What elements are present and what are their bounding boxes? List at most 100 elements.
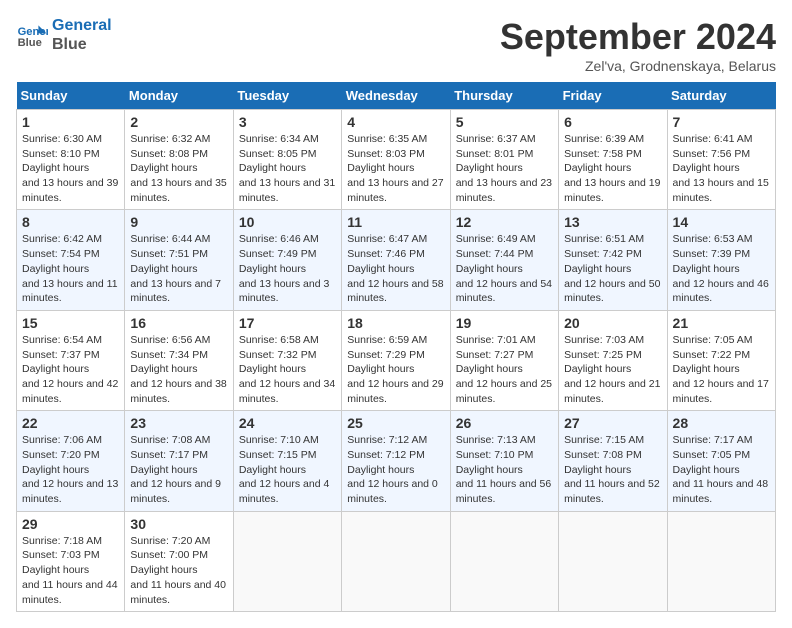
col-header-saturday: Saturday (667, 82, 775, 110)
week-row-5: 29 Sunrise: 7:18 AMSunset: 7:03 PMDayligh… (17, 511, 776, 611)
cell-info: Sunrise: 7:20 AMSunset: 7:00 PMDaylight … (130, 534, 227, 607)
cell-info: Sunrise: 6:58 AMSunset: 7:32 PMDaylight … (239, 333, 336, 406)
day-number: 13 (564, 214, 661, 230)
cell-info: Sunrise: 6:56 AMSunset: 7:34 PMDaylight … (130, 333, 227, 406)
cell-info: Sunrise: 7:18 AMSunset: 7:03 PMDaylight … (22, 534, 119, 607)
day-number: 20 (564, 315, 661, 331)
location: Zel'va, Grodnenskaya, Belarus (500, 58, 776, 74)
cell-info: Sunrise: 7:12 AMSunset: 7:12 PMDaylight … (347, 433, 444, 506)
calendar-cell: 6 Sunrise: 6:39 AMSunset: 7:58 PMDaylight… (559, 110, 667, 210)
day-number: 1 (22, 114, 119, 130)
day-number: 26 (456, 415, 553, 431)
day-number: 28 (673, 415, 770, 431)
day-number: 4 (347, 114, 444, 130)
calendar-cell: 26Sunrise: 7:13 AMSunset: 7:10 PMDayligh… (450, 411, 558, 511)
calendar-cell: 20 Sunrise: 7:03 AMSunset: 7:25 PMDayligh… (559, 310, 667, 410)
cell-info: Sunrise: 7:17 AMSunset: 7:05 PMDaylight … (673, 433, 770, 506)
svg-text:Blue: Blue (18, 37, 42, 49)
cell-info: Sunrise: 6:35 AMSunset: 8:03 PMDaylight … (347, 132, 444, 205)
calendar-cell: 5 Sunrise: 6:37 AMSunset: 8:01 PMDaylight… (450, 110, 558, 210)
cell-info: Sunrise: 7:03 AMSunset: 7:25 PMDaylight … (564, 333, 661, 406)
day-number: 16 (130, 315, 227, 331)
cell-info: Sunrise: 6:46 AMSunset: 7:49 PMDaylight … (239, 232, 336, 305)
week-row-1: 1 Sunrise: 6:30 AMSunset: 8:10 PMDaylight… (17, 110, 776, 210)
col-header-sunday: Sunday (17, 82, 125, 110)
day-number: 9 (130, 214, 227, 230)
day-number: 27 (564, 415, 661, 431)
col-header-wednesday: Wednesday (342, 82, 450, 110)
calendar-cell: 21Sunrise: 7:05 AMSunset: 7:22 PMDayligh… (667, 310, 775, 410)
calendar-cell: 22Sunrise: 7:06 AMSunset: 7:20 PMDayligh… (17, 411, 125, 511)
calendar-cell: 11 Sunrise: 6:47 AMSunset: 7:46 PMDayligh… (342, 210, 450, 310)
cell-info: Sunrise: 6:54 AMSunset: 7:37 PMDaylight … (22, 333, 119, 406)
day-number: 14 (673, 214, 770, 230)
calendar-cell: 30 Sunrise: 7:20 AMSunset: 7:00 PMDayligh… (125, 511, 233, 611)
day-number: 30 (130, 516, 227, 532)
day-number: 5 (456, 114, 553, 130)
calendar-cell: 28 Sunrise: 7:17 AMSunset: 7:05 PMDayligh… (667, 411, 775, 511)
cell-info: Sunrise: 7:01 AMSunset: 7:27 PMDaylight … (456, 333, 553, 406)
cell-info: Sunrise: 6:30 AMSunset: 8:10 PMDaylight … (22, 132, 119, 205)
calendar-cell: 23Sunrise: 7:08 AMSunset: 7:17 PMDayligh… (125, 411, 233, 511)
cell-info: Sunrise: 6:39 AMSunset: 7:58 PMDaylight … (564, 132, 661, 205)
cell-info: Sunrise: 6:32 AMSunset: 8:08 PMDaylight … (130, 132, 227, 205)
cell-info: Sunrise: 6:44 AMSunset: 7:51 PMDaylight … (130, 232, 227, 305)
day-number: 15 (22, 315, 119, 331)
cell-info: Sunrise: 6:53 AMSunset: 7:39 PMDaylight … (673, 232, 770, 305)
cell-info: Sunrise: 6:37 AMSunset: 8:01 PMDaylight … (456, 132, 553, 205)
week-row-4: 22Sunrise: 7:06 AMSunset: 7:20 PMDayligh… (17, 411, 776, 511)
calendar-cell: 24Sunrise: 7:10 AMSunset: 7:15 PMDayligh… (233, 411, 341, 511)
calendar-cell: 29 Sunrise: 7:18 AMSunset: 7:03 PMDayligh… (17, 511, 125, 611)
day-number: 17 (239, 315, 336, 331)
cell-info: Sunrise: 6:51 AMSunset: 7:42 PMDaylight … (564, 232, 661, 305)
cell-info: Sunrise: 6:47 AMSunset: 7:46 PMDaylight … (347, 232, 444, 305)
logo: General Blue General Blue (16, 16, 112, 54)
header-row: SundayMondayTuesdayWednesdayThursdayFrid… (17, 82, 776, 110)
day-number: 2 (130, 114, 227, 130)
day-number: 7 (673, 114, 770, 130)
cell-info: Sunrise: 6:49 AMSunset: 7:44 PMDaylight … (456, 232, 553, 305)
calendar-cell: 16 Sunrise: 6:56 AMSunset: 7:34 PMDayligh… (125, 310, 233, 410)
cell-info: Sunrise: 6:41 AMSunset: 7:56 PMDaylight … (673, 132, 770, 205)
calendar-cell: 18Sunrise: 6:59 AMSunset: 7:29 PMDayligh… (342, 310, 450, 410)
col-header-monday: Monday (125, 82, 233, 110)
cell-info: Sunrise: 7:10 AMSunset: 7:15 PMDaylight … (239, 433, 336, 506)
day-number: 8 (22, 214, 119, 230)
header: General Blue General Blue September 2024… (16, 16, 776, 74)
day-number: 10 (239, 214, 336, 230)
calendar-cell: 13 Sunrise: 6:51 AMSunset: 7:42 PMDayligh… (559, 210, 667, 310)
day-number: 12 (456, 214, 553, 230)
day-number: 25 (347, 415, 444, 431)
cell-info: Sunrise: 7:15 AMSunset: 7:08 PMDaylight … (564, 433, 661, 506)
logo-blue: Blue (52, 35, 112, 54)
calendar-cell: 4 Sunrise: 6:35 AMSunset: 8:03 PMDaylight… (342, 110, 450, 210)
day-number: 6 (564, 114, 661, 130)
calendar-cell: 15 Sunrise: 6:54 AMSunset: 7:37 PMDayligh… (17, 310, 125, 410)
logo-icon: General Blue (16, 19, 48, 51)
title-area: September 2024 Zel'va, Grodnenskaya, Bel… (500, 16, 776, 74)
calendar-cell: 17 Sunrise: 6:58 AMSunset: 7:32 PMDayligh… (233, 310, 341, 410)
col-header-thursday: Thursday (450, 82, 558, 110)
calendar-cell: 3Sunrise: 6:34 AMSunset: 8:05 PMDaylight… (233, 110, 341, 210)
calendar-cell (342, 511, 450, 611)
day-number: 11 (347, 214, 444, 230)
calendar-cell: 10 Sunrise: 6:46 AMSunset: 7:49 PMDayligh… (233, 210, 341, 310)
col-header-tuesday: Tuesday (233, 82, 341, 110)
calendar-table: SundayMondayTuesdayWednesdayThursdayFrid… (16, 82, 776, 612)
calendar-cell: 7 Sunrise: 6:41 AMSunset: 7:56 PMDaylight… (667, 110, 775, 210)
cell-info: Sunrise: 7:06 AMSunset: 7:20 PMDaylight … (22, 433, 119, 506)
cell-info: Sunrise: 7:08 AMSunset: 7:17 PMDaylight … (130, 433, 227, 506)
calendar-cell: 12 Sunrise: 6:49 AMSunset: 7:44 PMDayligh… (450, 210, 558, 310)
calendar-cell (233, 511, 341, 611)
calendar-cell (559, 511, 667, 611)
calendar-cell: 1 Sunrise: 6:30 AMSunset: 8:10 PMDaylight… (17, 110, 125, 210)
day-number: 29 (22, 516, 119, 532)
calendar-cell: 9 Sunrise: 6:44 AMSunset: 7:51 PMDaylight… (125, 210, 233, 310)
calendar-cell (450, 511, 558, 611)
calendar-cell (667, 511, 775, 611)
day-number: 21 (673, 315, 770, 331)
calendar-cell: 14 Sunrise: 6:53 AMSunset: 7:39 PMDayligh… (667, 210, 775, 310)
week-row-2: 8Sunrise: 6:42 AMSunset: 7:54 PMDaylight… (17, 210, 776, 310)
col-header-friday: Friday (559, 82, 667, 110)
logo-general: General (52, 16, 112, 35)
